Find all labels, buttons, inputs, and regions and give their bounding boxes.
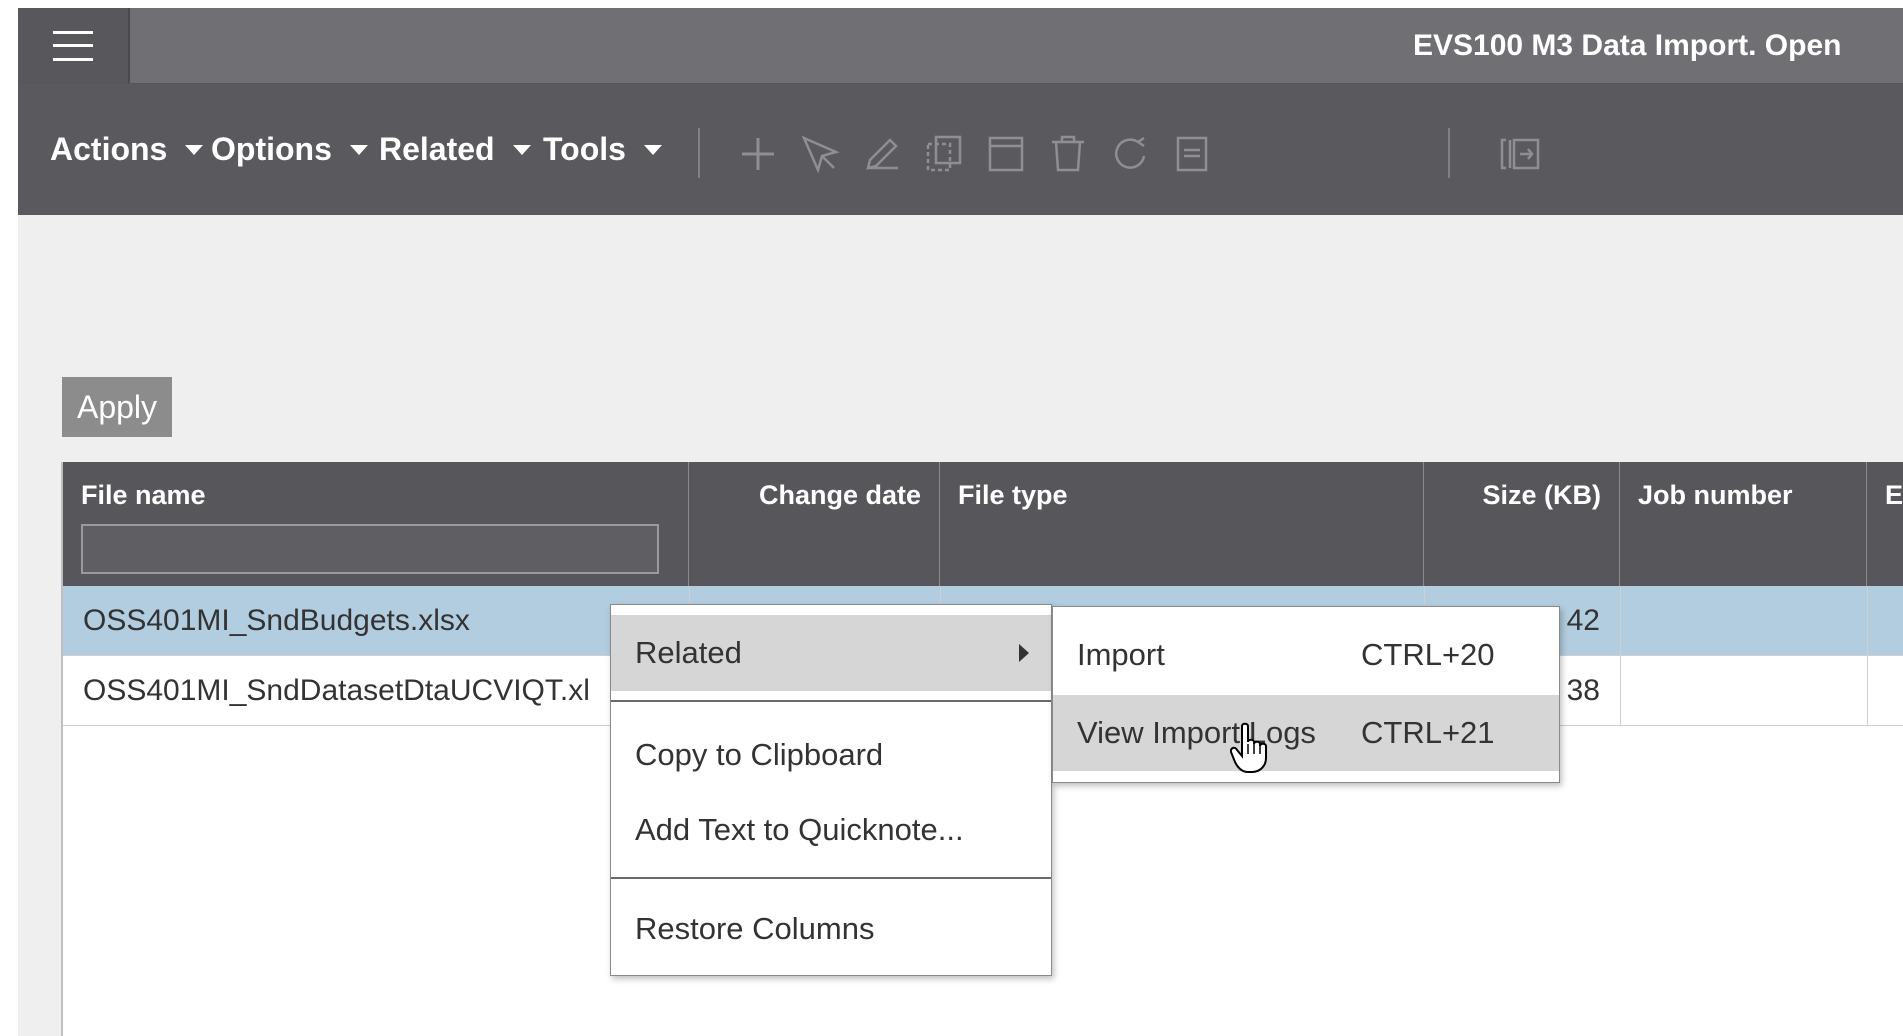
submenu-item-shortcut: CTRL+21 [1361,715,1495,750]
copy-icon[interactable] [922,132,966,176]
expand-panel-icon[interactable] [1498,132,1542,176]
caret-down-icon [185,144,204,155]
submenu-arrow-icon [1019,644,1029,662]
submenu-item-shortcut: CTRL+20 [1361,637,1495,672]
submenu-item-label: Import [1077,637,1165,672]
column-header-job-number[interactable]: Job number [1620,462,1867,586]
column-header-label: Job number [1638,480,1793,510]
toolbar-divider [698,128,700,178]
caret-down-icon [643,144,662,155]
column-header-label: File name [81,480,206,510]
window-title-area: EVS100 M3 Data Import. Open [18,8,1903,83]
context-menu-item-restore-columns[interactable]: Restore Columns [611,891,1051,967]
context-menu-item-label: Related [635,635,742,670]
context-menu-item-add-text-to-quicknote[interactable]: Add Text to Quicknote... [611,792,1051,868]
context-menu: Related Copy to Clipboard Add Text to Qu… [610,604,1052,976]
options-menu-label: Options [211,131,332,167]
submenu-item-import[interactable]: Import CTRL+20 [1053,617,1559,693]
options-menu[interactable]: Options [211,84,368,215]
context-menu-item-copy-to-clipboard[interactable]: Copy to Clipboard [611,717,1051,793]
hand-cursor-icon [1229,722,1270,774]
cell-job-number [1620,586,1867,656]
caret-down-icon [349,144,368,155]
apply-button[interactable]: Apply [62,377,172,437]
refresh-icon[interactable] [1108,132,1152,176]
cell-divider [1867,656,1868,726]
app-window: EVS100 M3 Data Import. Open Actions Opti… [18,8,1903,1036]
column-header-ex[interactable]: Ex [1867,462,1903,586]
column-header-file-type[interactable]: File type [940,462,1424,586]
select-arrow-icon[interactable] [798,132,842,176]
cell-job-number [1620,656,1867,726]
submenu-item-view-import-logs[interactable]: View Import Logs CTRL+21 [1053,695,1559,771]
tools-menu[interactable]: Tools [543,84,662,215]
submenu-item-label: View Import Logs [1077,715,1316,750]
cell-divider [1867,586,1868,656]
trash-icon[interactable] [1046,132,1090,176]
related-submenu: Import CTRL+20 View Import Logs CTRL+21 [1052,606,1560,783]
actions-menu-label: Actions [50,131,168,167]
window-title: EVS100 M3 Data Import. Open [1413,29,1842,62]
column-header-label: File type [958,480,1068,510]
tools-menu-label: Tools [543,131,626,167]
menu-separator [611,877,1051,879]
file-name-filter-input[interactable] [81,524,659,574]
context-menu-item-label: Add Text to Quicknote... [635,812,964,847]
column-header-label: Ex [1885,480,1903,510]
column-header-label: Size (KB) [1482,480,1601,510]
column-header-change-date[interactable]: Change date [689,462,940,586]
column-header-label: Change date [758,480,921,510]
toolbar-divider [1448,128,1450,178]
related-menu[interactable]: Related [379,84,531,215]
caret-down-icon [512,144,531,155]
menu-separator [611,700,1051,702]
column-header-size[interactable]: Size (KB) [1424,462,1620,586]
related-menu-label: Related [379,131,495,167]
grid-header: File name Change date File type Size (KB… [63,462,1903,586]
title-bar: EVS100 M3 Data Import. Open [18,8,1903,84]
plus-icon[interactable] [736,132,780,176]
pencil-icon[interactable] [860,132,904,176]
context-menu-item-label: Restore Columns [635,911,875,946]
actions-menu[interactable]: Actions [50,84,204,215]
toolbar: Actions Options Related Tools [18,84,1903,215]
cell-file-name: OSS401MI_SndDatasetDtaUCVIQT.xl [83,674,590,707]
context-menu-item-label: Copy to Clipboard [635,737,884,772]
context-menu-item-related[interactable]: Related [611,615,1051,691]
cell-file-name: OSS401MI_SndBudgets.xlsx [83,604,470,637]
notes-icon[interactable] [1170,132,1214,176]
panel-icon[interactable] [984,132,1028,176]
